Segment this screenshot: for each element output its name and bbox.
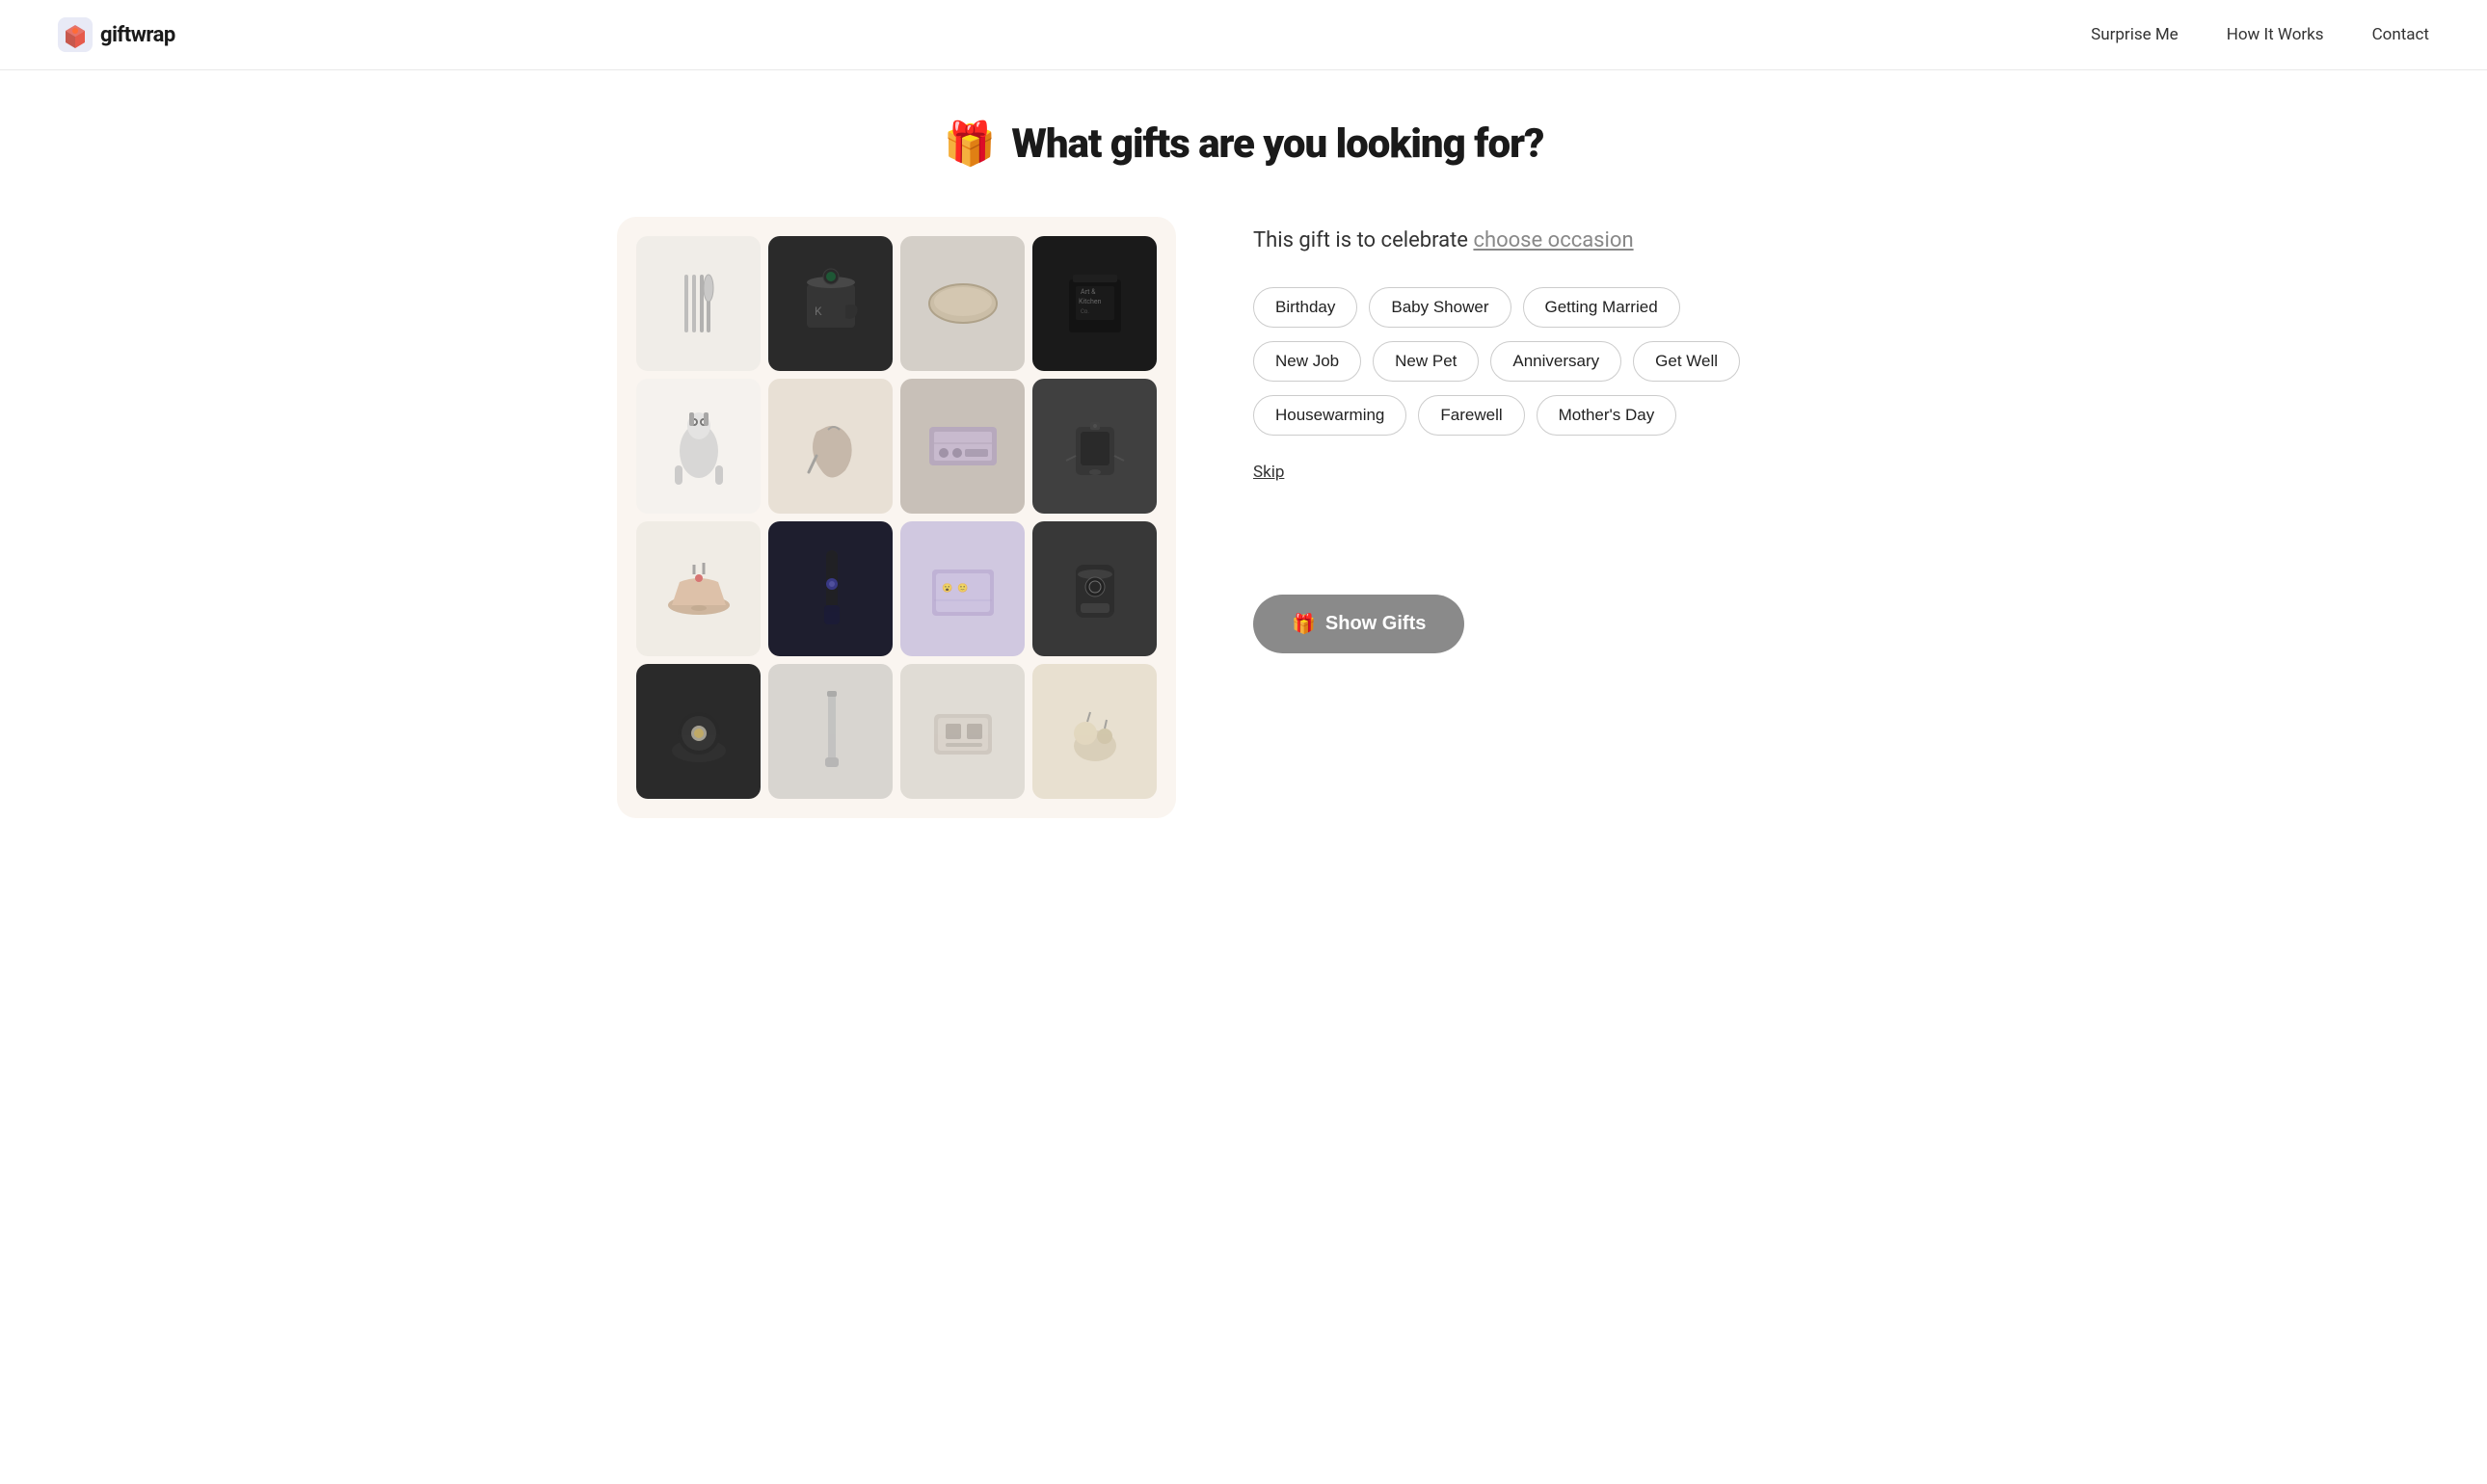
svg-text:Kitchen: Kitchen [1079, 298, 1102, 305]
nav-contact[interactable]: Contact [2372, 25, 2429, 44]
tag-baby-shower[interactable]: Baby Shower [1369, 287, 1511, 328]
grid-cell-1-4: Art & Kitchen Co. [1032, 236, 1157, 371]
grid-cell-4-4 [1032, 664, 1157, 799]
show-gifts-label: Show Gifts [1325, 613, 1426, 635]
nav: Surprise Me How It Works Contact [2091, 25, 2429, 44]
tags-row-1: Birthday Baby Shower Getting Married [1253, 287, 1870, 328]
logo[interactable]: giftwrap [58, 17, 175, 52]
tag-getting-married[interactable]: Getting Married [1523, 287, 1680, 328]
choose-occasion-link[interactable]: choose occasion [1473, 228, 1633, 252]
svg-text:🙂: 🙂 [957, 583, 968, 594]
right-panel: This gift is to celebrate choose occasio… [1253, 217, 1870, 653]
prompt-text: This gift is to celebrate [1253, 228, 1468, 252]
show-gifts-emoji: 🎁 [1292, 612, 1316, 636]
image-grid: K [636, 236, 1157, 799]
tag-housewarming[interactable]: Housewarming [1253, 395, 1406, 436]
grid-cell-1-3 [900, 236, 1025, 371]
grid-cell-3-4 [1032, 521, 1157, 656]
tags-row-3: Housewarming Farewell Mother's Day [1253, 395, 1870, 436]
occasion-prompt: This gift is to celebrate choose occasio… [1253, 226, 1870, 256]
grid-cell-3-3: 😮 🙂 [900, 521, 1025, 656]
grid-cell-2-3 [900, 379, 1025, 514]
logo-icon [58, 17, 93, 52]
page-title-section: 🎁 What gifts are you looking for? [944, 119, 1544, 169]
nav-surprise-me[interactable]: Surprise Me [2091, 25, 2179, 44]
grid-cell-2-1 [636, 379, 761, 514]
page-title: What gifts are you looking for? [1011, 120, 1543, 168]
nav-how-it-works[interactable]: How It Works [2227, 25, 2324, 44]
svg-text:😮: 😮 [942, 583, 952, 594]
image-panel: K [617, 217, 1176, 818]
grid-cell-1-1 [636, 236, 761, 371]
grid-cell-1-2: K [768, 236, 893, 371]
header: giftwrap Surprise Me How It Works Contac… [0, 0, 2487, 70]
tag-get-well[interactable]: Get Well [1633, 341, 1740, 382]
grid-cell-2-2 [768, 379, 893, 514]
tag-new-job[interactable]: New Job [1253, 341, 1361, 382]
grid-cell-4-1 [636, 664, 761, 799]
grid-cell-4-3 [900, 664, 1025, 799]
logo-text: giftwrap [100, 23, 175, 47]
main-content: 🎁 What gifts are you looking for? [0, 70, 2487, 876]
content-row: K [617, 217, 1870, 818]
tags-row-2: New Job New Pet Anniversary Get Well [1253, 341, 1870, 382]
grid-cell-3-2 [768, 521, 893, 656]
svg-text:Co.: Co. [1081, 308, 1089, 315]
grid-cell-3-1 [636, 521, 761, 656]
skip-link[interactable]: Skip [1253, 463, 1284, 482]
svg-text:K: K [815, 305, 822, 318]
tag-farewell[interactable]: Farewell [1418, 395, 1524, 436]
svg-text:Art &: Art & [1081, 288, 1096, 296]
occasion-tags-section: Birthday Baby Shower Getting Married New… [1253, 287, 1870, 436]
tag-birthday[interactable]: Birthday [1253, 287, 1357, 328]
title-emoji: 🎁 [944, 119, 997, 169]
tag-anniversary[interactable]: Anniversary [1490, 341, 1621, 382]
show-gifts-button[interactable]: 🎁 Show Gifts [1253, 595, 1464, 653]
tag-mothers-day[interactable]: Mother's Day [1537, 395, 1677, 436]
grid-cell-2-4 [1032, 379, 1157, 514]
tag-new-pet[interactable]: New Pet [1373, 341, 1479, 382]
grid-cell-4-2 [768, 664, 893, 799]
